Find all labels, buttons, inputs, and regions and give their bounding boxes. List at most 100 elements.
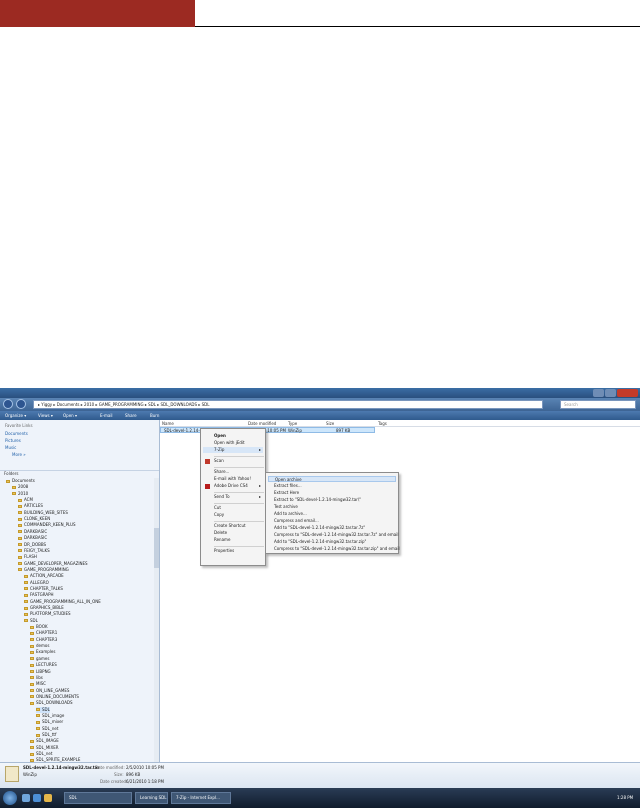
minimize-button[interactable] bbox=[593, 389, 604, 397]
tree-item[interactable]: 2008 bbox=[12, 484, 28, 490]
tree-item[interactable]: ACM bbox=[18, 497, 33, 503]
tree-item[interactable]: ACTION_ARCADE bbox=[24, 573, 64, 579]
tree-item[interactable]: SDL_MIXER bbox=[30, 745, 59, 751]
scroll-thumb[interactable] bbox=[154, 528, 159, 568]
share-button[interactable]: Share bbox=[125, 412, 137, 419]
fav-pictures[interactable]: Pictures bbox=[5, 438, 21, 443]
show-desktop-icon[interactable] bbox=[22, 794, 30, 802]
tree-item[interactable]: CHAPTER_TALKS bbox=[24, 586, 63, 592]
tree-item[interactable]: 2010 bbox=[12, 491, 28, 497]
open-button[interactable]: Open ▾ bbox=[63, 412, 77, 419]
tree-item[interactable]: DARKBASIC bbox=[18, 535, 47, 541]
context-menu-item[interactable]: Cut bbox=[214, 505, 221, 511]
tree-item[interactable]: ONLINE_DOCUMENTS bbox=[30, 694, 79, 700]
folders-header[interactable]: Folders bbox=[0, 470, 159, 477]
submenu-item[interactable]: Test archive bbox=[274, 504, 298, 510]
context-menu-item[interactable]: Open with jEdit bbox=[214, 440, 245, 446]
file-row[interactable]: SDL-devel-1.2.14-mingw32.tar.tar 2/5/201… bbox=[160, 427, 375, 433]
tree-item[interactable]: SDL_IMAGE bbox=[30, 738, 59, 744]
ie-icon[interactable] bbox=[33, 794, 41, 802]
submenu-item[interactable]: Add to archive... bbox=[274, 511, 307, 517]
more-link[interactable]: More » bbox=[12, 452, 26, 457]
tree-item[interactable]: SDL_net bbox=[30, 751, 52, 757]
submenu-item[interactable]: Open archive bbox=[268, 476, 396, 482]
tree-item[interactable]: libs bbox=[30, 675, 43, 681]
tree-item[interactable]: FASTGRAPH bbox=[24, 592, 54, 598]
tree-item[interactable]: LIBPNG bbox=[30, 669, 51, 675]
fav-documents[interactable]: Documents bbox=[5, 431, 28, 436]
close-button[interactable] bbox=[617, 389, 638, 397]
organize-button[interactable]: Organize ▾ bbox=[5, 412, 26, 419]
tree-item[interactable]: MISC bbox=[30, 681, 46, 687]
maximize-button[interactable] bbox=[605, 389, 616, 397]
submenu-item[interactable]: Extract to "SDL-devel-1.2.14-mingw32.tar… bbox=[274, 497, 361, 503]
tree-item[interactable]: GAME_PROGRAMMING bbox=[18, 567, 69, 573]
task-ie[interactable]: 7-Zip - Internet Expl... bbox=[171, 792, 231, 804]
back-button[interactable] bbox=[3, 399, 13, 409]
submenu-item[interactable]: Extract files... bbox=[274, 483, 302, 489]
task-word[interactable]: Learning SDL - Micro... bbox=[135, 792, 168, 804]
tree-item[interactable]: BUILDING_WEB_SITES bbox=[18, 510, 68, 516]
submenu-item[interactable]: Add to "SDL-devel-1.2.14-mingw32.tar.tar… bbox=[274, 525, 365, 531]
tree-item[interactable]: PLATFORM_STUDIES bbox=[24, 611, 71, 617]
context-menu-item[interactable]: Adobe Drive CS4 bbox=[214, 483, 248, 489]
email-button[interactable]: E-mail bbox=[100, 412, 113, 419]
context-menu-item[interactable]: E-mail with Yahoo! bbox=[214, 476, 251, 482]
context-menu-item[interactable]: Properties bbox=[214, 548, 234, 554]
tree-item[interactable]: GRAPHICS_BIBLE bbox=[24, 605, 64, 611]
tree-item[interactable]: Documents bbox=[6, 478, 35, 484]
tree-item[interactable]: BOOK bbox=[30, 624, 48, 630]
context-menu-item[interactable]: Send To bbox=[214, 494, 230, 500]
tree-item[interactable]: games bbox=[30, 656, 49, 662]
tree-item[interactable]: demos bbox=[30, 643, 49, 649]
tree-scrollbar[interactable] bbox=[154, 478, 159, 793]
address-field[interactable]: ▸ Yiggy ▸ Documents ▸ 2010 ▸ GAME_PROGRA… bbox=[33, 400, 543, 409]
fav-music[interactable]: Music bbox=[5, 445, 16, 450]
explorer-icon[interactable] bbox=[44, 794, 52, 802]
tree-item[interactable]: CHAPTER1 bbox=[30, 630, 57, 636]
submenu-item[interactable]: Add to "SDL-devel-1.2.14-mingw32.tar.tar… bbox=[274, 539, 366, 545]
context-menu-item[interactable]: 7-Zip bbox=[203, 447, 263, 453]
tree-item[interactable]: FLASH bbox=[18, 554, 37, 560]
tree-item[interactable]: GAME_PROGRAMMING_ALL_IN_ONE bbox=[24, 599, 101, 605]
context-menu-item[interactable]: Copy bbox=[214, 512, 224, 518]
tree-item[interactable]: SDL bbox=[36, 706, 50, 713]
context-menu-item[interactable]: Open bbox=[214, 433, 226, 439]
clock[interactable]: 1:28 PM bbox=[617, 793, 633, 803]
tree-item[interactable]: SDL_mixer bbox=[36, 719, 63, 725]
submenu-item[interactable]: Compress to "SDL-devel-1.2.14-mingw32.ta… bbox=[274, 532, 398, 538]
submenu-item[interactable]: Extract Here bbox=[274, 490, 299, 496]
burn-button[interactable]: Burn bbox=[150, 412, 159, 419]
task-sdl[interactable]: SDL bbox=[64, 792, 132, 804]
tree-item[interactable]: ALLEGRO bbox=[24, 580, 49, 586]
tree-item[interactable]: SDL bbox=[24, 618, 38, 624]
tree-item[interactable]: SDL_DOWNLOADS bbox=[30, 700, 73, 706]
tree-item[interactable]: FEIGY_TALKS bbox=[18, 548, 50, 554]
tree-item[interactable]: ARTICLES bbox=[18, 503, 43, 509]
tree-item[interactable]: DR_DOBBS bbox=[18, 542, 46, 548]
tree-item-label: SDL_IMAGE bbox=[36, 738, 59, 744]
tree-item[interactable]: SDL_image bbox=[36, 713, 64, 719]
submenu-item[interactable]: Compress to "SDL-devel-1.2.14-mingw32.ta… bbox=[274, 546, 400, 552]
views-button[interactable]: Views ▾ bbox=[38, 412, 53, 419]
submenu-item[interactable]: Compress and email... bbox=[274, 518, 319, 524]
tree-item[interactable]: DARKBASIC bbox=[18, 529, 47, 535]
tree-item[interactable]: COMMANDER_KEEN_PLUS bbox=[18, 522, 76, 528]
tree-item[interactable]: GAME_DEVELOPER_MAGAZINES bbox=[18, 561, 88, 567]
tree-item[interactable]: CLONE_KEEN bbox=[18, 516, 50, 522]
tree-item[interactable]: ON_LINE_GAMES bbox=[30, 688, 69, 694]
tree-item[interactable]: LECTURES bbox=[30, 662, 57, 668]
tree-item[interactable]: SDL_ttf bbox=[36, 732, 56, 738]
search-input[interactable]: Search bbox=[560, 400, 636, 409]
tree-item[interactable]: SDL_net bbox=[36, 726, 58, 732]
forward-button[interactable] bbox=[16, 399, 26, 409]
start-button[interactable] bbox=[3, 791, 17, 805]
tree-item[interactable]: Examples bbox=[30, 649, 55, 655]
context-menu-item[interactable]: Delete bbox=[214, 530, 227, 536]
file-type: WinZip bbox=[288, 428, 302, 433]
context-menu-item[interactable]: Rename bbox=[214, 537, 230, 543]
context-menu-item[interactable]: Scan bbox=[214, 458, 224, 464]
tree-item[interactable]: CHAPTER3 bbox=[30, 637, 57, 643]
context-menu-item[interactable]: Share... bbox=[214, 469, 229, 475]
context-menu-item[interactable]: Create Shortcut bbox=[214, 523, 246, 529]
